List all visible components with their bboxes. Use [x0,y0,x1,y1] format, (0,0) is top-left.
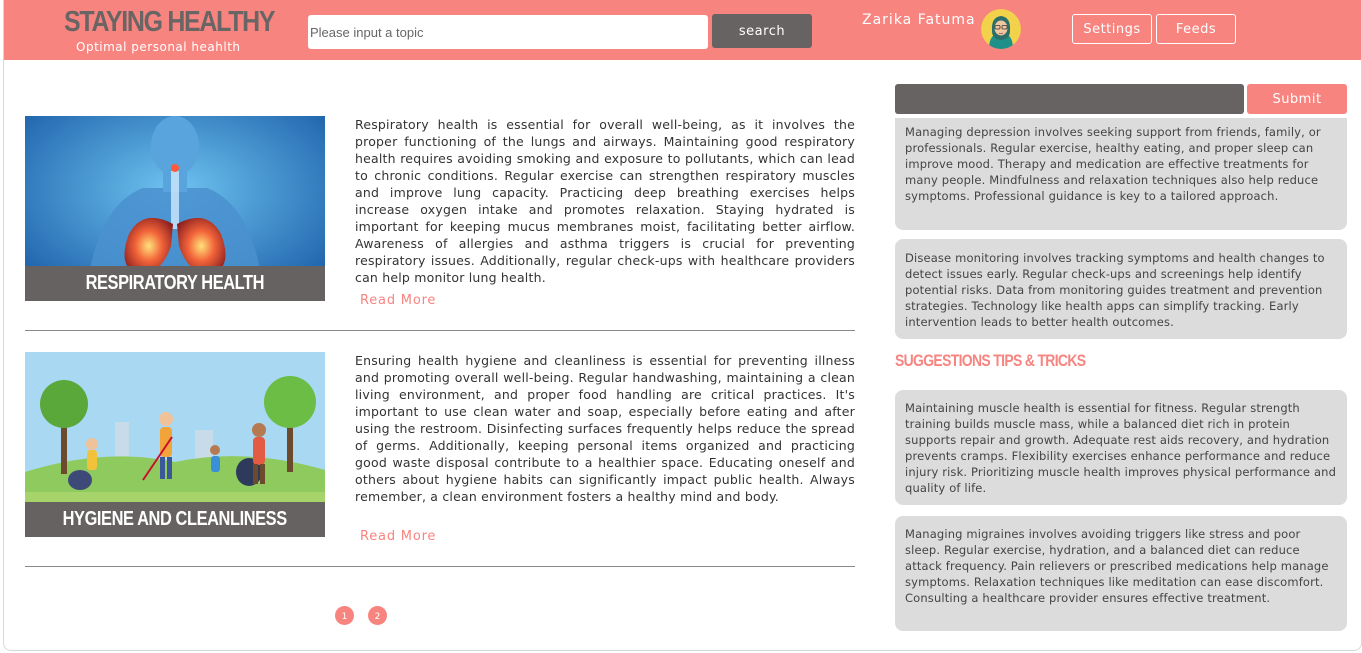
thumbnail-caption: HYGIENE AND CLEANLINESS [25,502,325,537]
sidebar-input[interactable] [895,84,1244,114]
suggestions-heading: SUGGESTIONS TIPS & TRICKS [895,351,1086,370]
hygiene-thumbnail[interactable]: HYGIENE AND CLEANLINESS [25,352,325,537]
divider [25,566,855,567]
divider [25,330,855,331]
thumbnail-caption: RESPIRATORY HEALTH [25,266,325,301]
tip-card: Managing migraines involves avoiding tri… [895,516,1347,631]
page-2-button[interactable]: 2 [368,606,387,625]
app-frame: STAYING HEALTHY Optimal personal heahlth… [3,0,1362,651]
respiratory-thumbnail[interactable]: RESPIRATORY HEALTH [25,116,325,301]
article-body: Ensuring health hygiene and cleanliness … [355,353,855,504]
feeds-button[interactable]: Feeds [1156,14,1236,44]
user-avatar-icon[interactable] [981,9,1021,49]
page-1-button[interactable]: 1 [335,606,354,625]
article-body: Respiratory health is essential for over… [355,117,855,285]
info-card: Managing depression involves seeking sup… [895,118,1347,230]
submit-button[interactable]: Submit [1247,84,1347,114]
read-more-link[interactable]: Read More [360,293,436,308]
top-header: STAYING HEALTHY Optimal personal heahlth… [4,0,1361,60]
search-input[interactable] [308,15,708,49]
search-button[interactable]: search [712,14,812,48]
read-more-link[interactable]: Read More [360,529,436,544]
info-card: Disease monitoring involves tracking sym… [895,239,1347,339]
brand-title: STAYING HEALTHY [64,6,276,38]
tip-card: Maintaining muscle health is essential f… [895,390,1347,505]
username: Zarika Fatuma [862,12,976,28]
settings-button[interactable]: Settings [1072,14,1152,44]
brand-subtitle: Optimal personal heahlth [76,40,241,54]
